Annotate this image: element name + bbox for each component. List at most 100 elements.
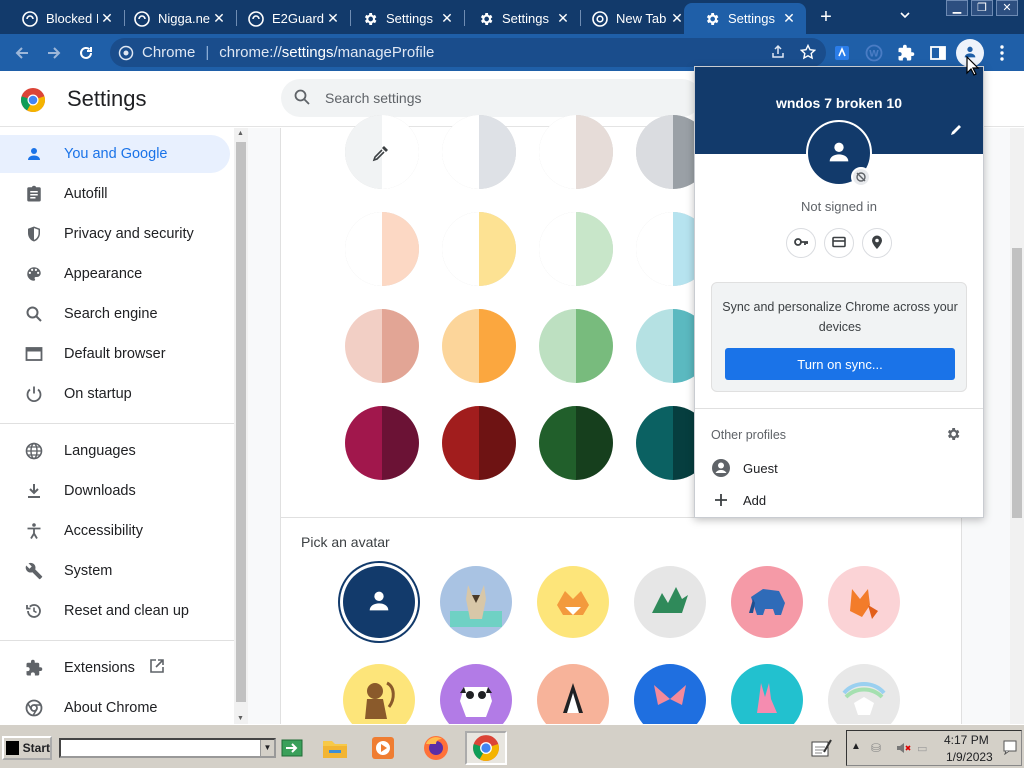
sidebar-item-search-engine[interactable]: Search engine — [0, 295, 230, 333]
sidebar-item-languages[interactable]: Languages — [0, 432, 230, 470]
avatar-cat[interactable] — [440, 566, 512, 638]
avatar-fox-orange[interactable] — [828, 566, 900, 638]
sidebar-scrollbar[interactable]: ▲ ▼ — [234, 128, 248, 724]
popup-divider — [695, 408, 983, 409]
address-bar[interactable]: Chrome | chrome://settings/manageProfile — [110, 38, 826, 67]
tab-blocked[interactable]: Blocked I ✕ — [0, 3, 124, 34]
sidebar-scroll-thumb[interactable] — [236, 142, 246, 702]
sidebar-item-autofill[interactable]: Autofill — [0, 175, 230, 213]
turn-on-sync-button[interactable]: Turn on sync... — [725, 348, 955, 380]
close-window-button[interactable]: ✕ — [996, 0, 1018, 16]
avatar-dragon[interactable] — [634, 566, 706, 638]
color-swatch[interactable] — [539, 309, 613, 383]
firefox-icon[interactable] — [419, 731, 453, 765]
start-button[interactable]: Start — [2, 736, 52, 760]
add-profile-item[interactable]: Add — [711, 488, 766, 512]
guest-label: Guest — [743, 460, 778, 476]
site-label: Chrome — [142, 44, 196, 61]
edit-pencil-icon[interactable] — [949, 123, 963, 140]
url-separator: | — [205, 44, 210, 61]
sidebar-item-downloads[interactable]: Downloads — [0, 472, 230, 510]
side-panel-icon[interactable] — [927, 42, 949, 64]
window-controls: ▁ ❐ ✕ — [946, 0, 1018, 16]
tab-settings-1[interactable]: Settings ✕ — [340, 3, 464, 34]
addresses-button[interactable] — [862, 228, 892, 258]
payment-methods-button[interactable] — [824, 228, 854, 258]
share-icon[interactable] — [770, 44, 786, 64]
tab-search-icon[interactable] — [894, 6, 916, 28]
search-settings-input[interactable]: Search settings — [281, 79, 701, 117]
go-button[interactable] — [278, 731, 306, 765]
chrome-taskbar-icon[interactable] — [465, 731, 507, 765]
sidebar-item-system[interactable]: System — [0, 552, 230, 590]
kebab-menu-icon[interactable] — [991, 42, 1013, 64]
main-scroll-thumb[interactable] — [1012, 248, 1022, 518]
extension-blue-icon[interactable] — [831, 42, 853, 64]
sidebar-item-about-chrome[interactable]: About Chrome — [0, 689, 230, 727]
battery-icon[interactable]: ▭ — [917, 742, 927, 755]
origami-monkey-icon — [353, 673, 405, 728]
person-icon — [365, 587, 393, 618]
color-swatch[interactable] — [539, 115, 613, 189]
star-icon[interactable] — [799, 43, 817, 64]
tab-e2guardian[interactable]: E2Guardi ✕ — [226, 3, 350, 34]
chrome-site-icon[interactable] — [118, 45, 134, 61]
person-icon — [24, 144, 44, 164]
sidebar-item-reset[interactable]: Reset and clean up — [0, 592, 230, 630]
restore-button[interactable]: ❐ — [971, 0, 993, 16]
reload-button[interactable] — [74, 41, 98, 65]
chrome-logo-icon — [20, 87, 46, 116]
avatar-default-selected[interactable] — [343, 566, 415, 638]
media-player-icon[interactable] — [366, 731, 400, 765]
search-placeholder: Search settings — [325, 90, 422, 106]
network-icon[interactable]: ⛁ — [871, 741, 881, 755]
avatar-elephant[interactable] — [731, 566, 803, 638]
tab-title: E2Guardi — [272, 11, 324, 26]
close-icon[interactable]: ✕ — [438, 10, 456, 27]
tab-title: Nigga.ne — [158, 11, 210, 26]
sidebar-item-you-and-google[interactable]: You and Google — [0, 135, 230, 173]
file-explorer-icon[interactable] — [318, 731, 352, 765]
color-picker-swatch[interactable] — [345, 115, 419, 189]
sidebar-item-privacy[interactable]: Privacy and security — [0, 215, 230, 253]
tab-settings-active[interactable]: Settings ✕ — [684, 3, 806, 34]
color-swatch[interactable] — [345, 212, 419, 286]
chevron-up-icon[interactable]: ▲ — [851, 741, 861, 752]
chevron-down-icon[interactable]: ▼ — [260, 740, 274, 756]
color-swatch[interactable] — [442, 309, 516, 383]
color-swatch[interactable] — [539, 212, 613, 286]
tab-new-tab[interactable]: New Tab ✕ — [570, 3, 694, 34]
puzzle-icon[interactable] — [895, 42, 917, 64]
sidebar-item-default-browser[interactable]: Default browser — [0, 335, 230, 373]
volume-muted-icon[interactable] — [895, 740, 911, 759]
svg-text:W: W — [869, 50, 879, 60]
notepad-icon[interactable] — [806, 731, 836, 765]
wordpress-extension-icon[interactable]: W — [863, 42, 885, 64]
passwords-button[interactable] — [786, 228, 816, 258]
tab-settings-2[interactable]: Settings ✕ — [456, 3, 580, 34]
guest-profile-item[interactable]: Guest — [711, 456, 778, 480]
main-scrollbar[interactable] — [1010, 128, 1024, 724]
manage-profiles-gear-icon[interactable] — [945, 426, 961, 445]
taskbar-address-input[interactable]: ▼ — [59, 738, 276, 758]
color-swatch[interactable] — [442, 115, 516, 189]
tab-title: Settings — [728, 11, 775, 26]
color-swatch[interactable] — [345, 406, 419, 480]
close-icon[interactable]: ✕ — [780, 10, 798, 27]
sidebar-item-appearance[interactable]: Appearance — [0, 255, 230, 293]
back-button[interactable] — [10, 41, 34, 65]
minimize-button[interactable]: ▁ — [946, 0, 968, 16]
sidebar-item-accessibility[interactable]: Accessibility — [0, 512, 230, 550]
notification-icon[interactable] — [998, 735, 1022, 759]
search-icon — [24, 304, 44, 324]
color-swatch[interactable] — [442, 406, 516, 480]
new-tab-button[interactable]: + — [814, 6, 838, 28]
tab-nigga[interactable]: Nigga.ne ✕ — [112, 3, 236, 34]
avatar-fox[interactable] — [537, 566, 609, 638]
color-swatch[interactable] — [539, 406, 613, 480]
color-swatch[interactable] — [442, 212, 516, 286]
forward-button[interactable] — [42, 41, 66, 65]
sidebar-item-on-startup[interactable]: On startup — [0, 375, 230, 413]
sidebar-item-extensions[interactable]: Extensions — [0, 649, 230, 687]
color-swatch[interactable] — [345, 309, 419, 383]
